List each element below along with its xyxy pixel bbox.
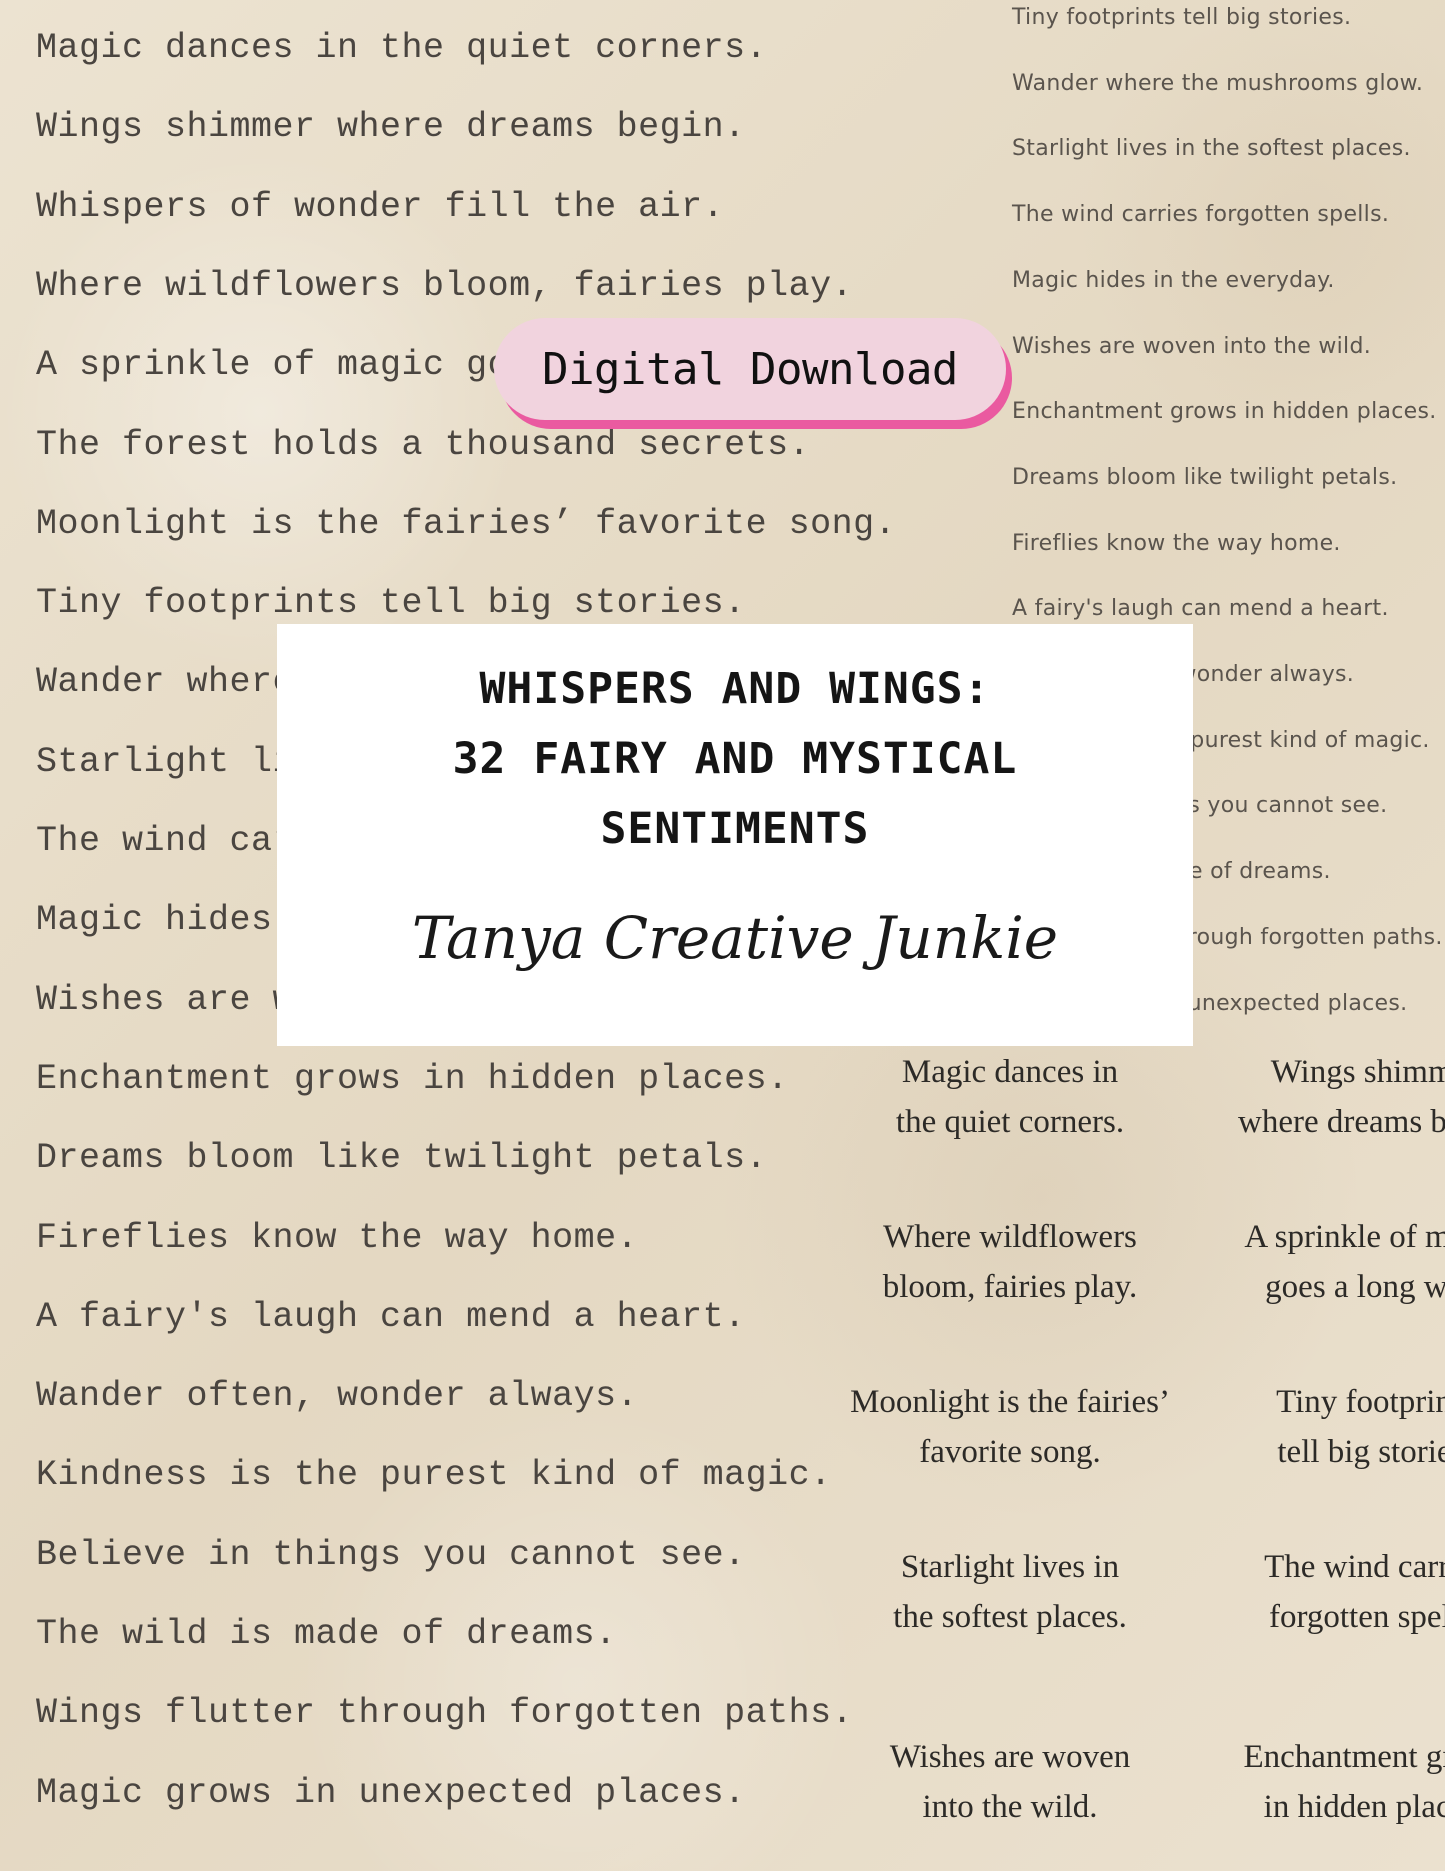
sentiment-tag-line-1: Where wildflowers — [883, 1219, 1137, 1255]
sentiment-tag-line-2: favorite song. — [919, 1434, 1101, 1470]
signature: Tanya Creative Junkie — [411, 904, 1059, 972]
sentiment-tag: Starlight lives in the softest places. — [810, 1542, 1210, 1642]
sentiment-tag-line-2: into the wild. — [922, 1789, 1098, 1825]
sentiment-tag: Enchantment grows in hidden places. — [1175, 1732, 1445, 1832]
sentiment-tag: Where wildflowers bloom, fairies play. — [810, 1212, 1210, 1312]
sentiment-tag-line-1: The wind carries — [1264, 1549, 1445, 1585]
title-line-2: 32 FAIRY AND MYSTICAL — [452, 734, 1018, 784]
badge-label: Digital Download — [542, 343, 958, 395]
sentiment-tag-line-2: forgotten spells. — [1268, 1599, 1445, 1635]
sentiment-tag-line-1: Wishes are woven — [889, 1739, 1131, 1775]
sentiment-tag-line-1: Magic dances in — [901, 1054, 1119, 1090]
sentiment-tag-line-2: bloom, fairies play. — [882, 1269, 1138, 1305]
sentiment-tag: Moonlight is the fairies’ favorite song. — [810, 1377, 1210, 1477]
sentiment-tag-line-2: the softest places. — [893, 1599, 1127, 1635]
sentiment-tag-line-2: the quiet corners. — [895, 1104, 1125, 1140]
sentiment-tag-line-1: A sprinkle of magic — [1244, 1219, 1445, 1255]
sentiment-tag: Wishes are woven into the wild. — [810, 1732, 1210, 1832]
title-line-3: SENTIMENTS — [600, 804, 870, 854]
sentiment-tag: The wind carries forgotten spells. — [1175, 1542, 1445, 1642]
sentiment-tag-line-1: Moonlight is the fairies’ — [850, 1384, 1170, 1420]
sentiment-tag-line-1: Tiny footprints — [1276, 1384, 1445, 1420]
title-card: WHISPERS AND WINGS: 32 FAIRY AND MYSTICA… — [277, 624, 1193, 1046]
sentiment-tag-line-1: Enchantment grows — [1243, 1739, 1445, 1775]
sentiment-tag: A sprinkle of magic goes a long way. — [1175, 1212, 1445, 1312]
sentiment-tag: Tiny footprints tell big stories. — [1175, 1377, 1445, 1477]
digital-download-badge: Digital Download — [494, 318, 1006, 420]
sentiment-tag-line-1: Starlight lives in — [900, 1549, 1120, 1585]
sentiment-tag-line-2: goes a long way. — [1265, 1269, 1445, 1305]
sentiment-tag-line-2: tell big stories. — [1277, 1434, 1445, 1470]
sentiment-tag: Wings shimmer where dreams begin. — [1175, 1047, 1445, 1147]
sentiment-tag: Magic dances in the quiet corners. — [810, 1047, 1210, 1147]
sentiment-tag-line-2: where dreams begin. — [1238, 1104, 1445, 1140]
title-line-1: WHISPERS AND WINGS: — [479, 664, 991, 714]
sentiment-tag-line-2: in hidden places. — [1263, 1789, 1445, 1825]
sentiment-tag-line-1: Wings shimmer — [1270, 1054, 1445, 1090]
